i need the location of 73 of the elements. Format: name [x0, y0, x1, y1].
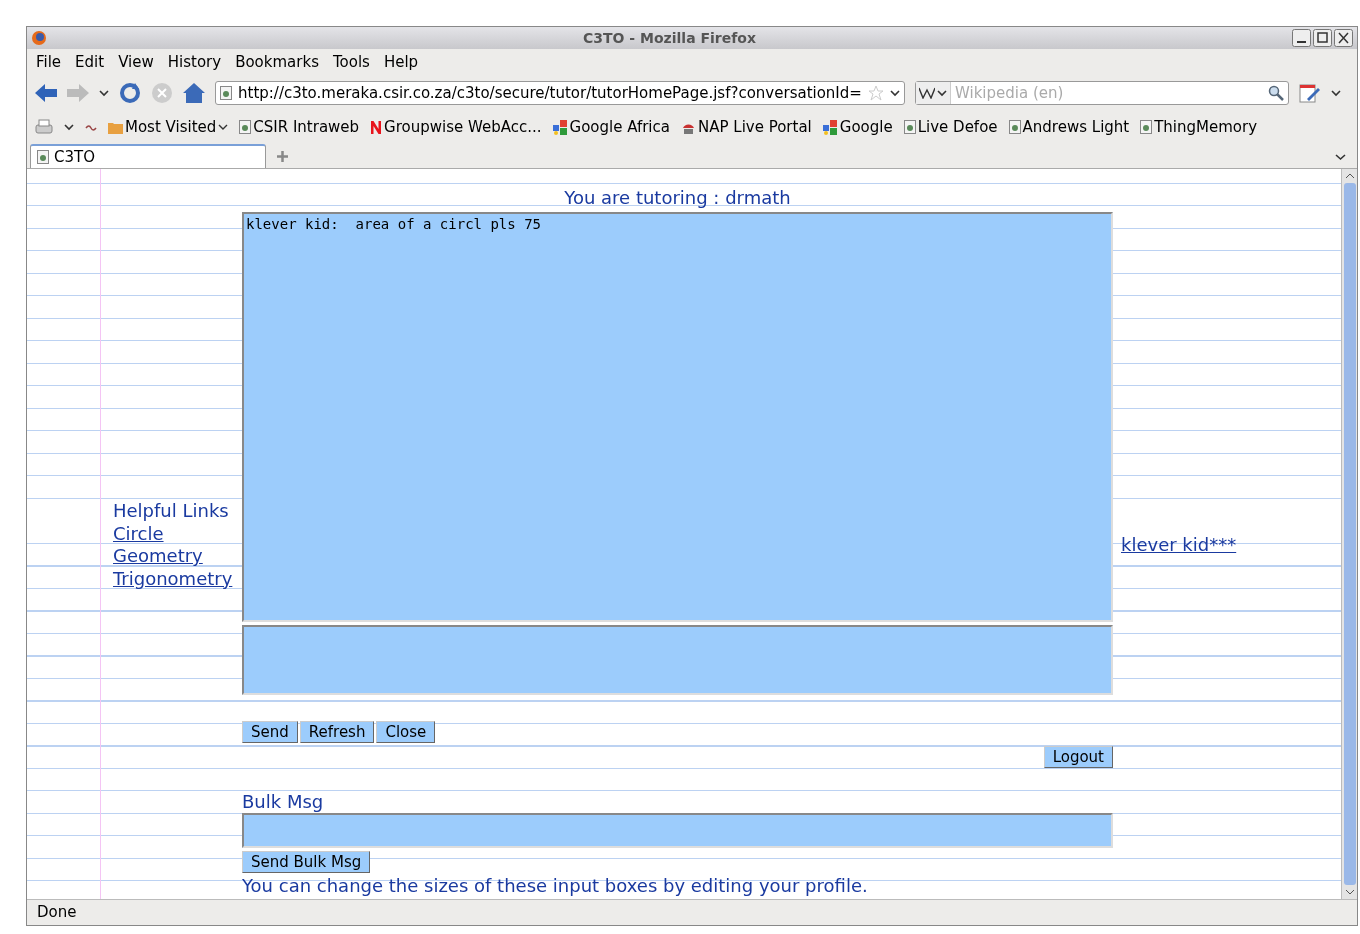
bookmark-item[interactable]: NAP Live Portal — [681, 115, 812, 139]
action-button[interactable]: Close — [376, 721, 436, 743]
bookmark-item[interactable]: Google — [822, 115, 893, 139]
action-button[interactable]: Refresh — [299, 721, 375, 743]
chat-log: klever kid: area of a circl pls 75 — [242, 212, 1113, 622]
send-bulk-button[interactable]: Send Bulk Msg — [242, 851, 371, 873]
tab-list-icon[interactable] — [1335, 153, 1346, 161]
dropdown-icon[interactable] — [99, 89, 109, 97]
new-tab-icon[interactable] — [276, 150, 289, 163]
star-icon[interactable] — [868, 85, 884, 101]
dropdown-icon[interactable] — [890, 89, 900, 97]
menu-item[interactable]: Edit — [75, 50, 105, 74]
n-logo-icon — [370, 120, 383, 134]
page-icon — [239, 120, 252, 134]
firefox-logo-icon — [31, 30, 47, 46]
student-link[interactable]: klever kid*** — [1121, 534, 1237, 555]
window-title: C3TO - Mozilla Firefox — [582, 28, 757, 48]
url-text: http://c3to.meraka.csir.co.za/c3to/secure/tutor/tutorHomePage.jsf?conversationId= — [238, 82, 862, 104]
page-icon — [903, 120, 916, 134]
forward-icon — [67, 84, 89, 102]
page-icon — [220, 86, 232, 100]
page-icon — [1008, 120, 1021, 134]
menu-item[interactable]: Tools — [332, 50, 370, 74]
address-bar[interactable]: http://c3to.meraka.csir.co.za/c3to/secure/tutor/tutorHomePage.jsf?conversationId= — [215, 81, 905, 105]
home-icon[interactable] — [183, 83, 205, 103]
bookmark-item[interactable]: Google Africa — [552, 115, 670, 139]
bookmark-item[interactable]: Most Visited — [108, 115, 229, 139]
menu-item[interactable]: File — [36, 50, 62, 74]
maximize-icon[interactable] — [1313, 29, 1332, 47]
printer-icon[interactable] — [35, 119, 53, 135]
bulk-message-field[interactable] — [242, 813, 1113, 848]
menu-item[interactable]: Bookmarks — [235, 50, 319, 74]
profile-note: You can change the sizes of these input boxes by editing your profile. — [242, 875, 869, 897]
bulk-msg-label: Bulk Msg — [242, 791, 324, 813]
page-icon — [37, 150, 49, 164]
wikipedia-w-icon[interactable] — [919, 87, 935, 99]
bookmark-item[interactable]: Andrews Light — [1008, 115, 1130, 139]
google-icon — [822, 119, 838, 135]
close-icon[interactable] — [1334, 29, 1353, 47]
menu-item[interactable]: View — [118, 50, 154, 74]
back-icon[interactable] — [35, 84, 57, 102]
menu-item[interactable]: Help — [383, 50, 419, 74]
helpful-links-heading: Helpful Links — [113, 500, 230, 523]
menu-item[interactable]: History — [167, 50, 222, 74]
reload-icon[interactable] — [119, 82, 141, 104]
search-field[interactable]: Wikipedia (en) — [951, 81, 1268, 105]
helpful-link[interactable]: Geometry — [113, 545, 203, 568]
bookmark-item[interactable]: Live Defoe — [903, 115, 998, 139]
search-icon[interactable] — [1268, 85, 1284, 101]
page-icon — [1140, 120, 1153, 134]
dropdown-icon[interactable] — [1331, 89, 1341, 97]
dropdown-icon[interactable] — [937, 89, 947, 97]
google-icon — [552, 119, 568, 135]
stop-icon — [151, 82, 173, 104]
minimize-icon[interactable] — [1292, 29, 1311, 47]
dropdown-icon — [218, 123, 229, 131]
bookmark-item[interactable]: Groupwise WebAcc... — [370, 115, 542, 139]
logout-button[interactable]: Logout — [1043, 746, 1113, 768]
edit-page-icon[interactable] — [1299, 83, 1321, 103]
browser-tab[interactable]: C3TO — [30, 144, 266, 168]
search-bar[interactable]: Wikipedia (en) — [915, 81, 1289, 105]
folder-icon — [108, 120, 123, 134]
squiggle-icon[interactable] — [85, 123, 97, 131]
message-field[interactable] — [242, 625, 1113, 695]
bookmark-item[interactable]: ThingMemory — [1140, 115, 1258, 139]
scrollbar[interactable] — [1341, 169, 1357, 899]
helpful-link[interactable]: Circle — [113, 522, 164, 545]
action-button[interactable]: Send — [242, 721, 298, 743]
bookmark-item[interactable]: CSIR Intraweb — [239, 115, 360, 139]
tutoring-heading: You are tutoring : drmath — [563, 186, 792, 210]
dropdown-icon[interactable] — [64, 123, 74, 131]
helpful-link[interactable]: Trigonometry — [113, 567, 233, 590]
status-text: Done — [37, 902, 77, 924]
